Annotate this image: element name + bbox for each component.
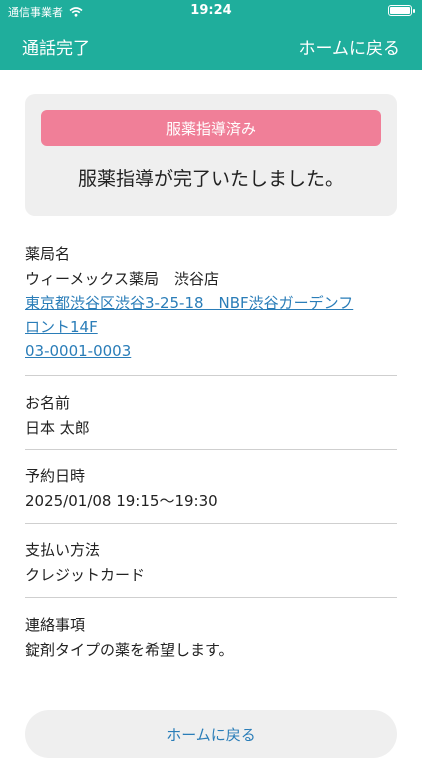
reservation-datetime: 2025/01/08 19:15～19:30 <box>25 492 218 510</box>
call-complete-title: 通話完了 <box>22 39 90 59</box>
divider <box>25 597 397 598</box>
patient-name: 日本 太郎 <box>25 419 90 437</box>
reservation-label: 予約日時 <box>25 467 86 485</box>
status-bar: 通信事業者 19:24 <box>0 0 422 22</box>
completion-message: 服薬指導が完了いたしました。 <box>77 168 344 190</box>
patient-section: お名前 日本 太郎 <box>25 392 397 440</box>
reservation-section: 予約日時 2025/01/08 19:15～19:30 <box>25 465 397 513</box>
home-button[interactable]: ホームに戻る <box>25 710 397 758</box>
clock: 19:24 <box>190 3 232 18</box>
divider <box>25 375 397 376</box>
notes-label: 連絡事項 <box>25 616 86 634</box>
pharmacy-label: 薬局名 <box>25 245 71 263</box>
divider <box>25 449 397 450</box>
payment-section: 支払い方法 クレジットカード <box>25 539 397 587</box>
pharmacy-address-link[interactable]: 東京都渋谷区渋谷3-25-18 NBF渋谷ガーデンフ ロント14F <box>25 291 397 339</box>
notes-section: 連絡事項 錠剤タイプの薬を希望します。 <box>25 614 397 662</box>
pharmacy-section: 薬局名 ウィーメックス薬局 渋谷店 東京都渋谷区渋谷3-25-18 NBF渋谷ガ… <box>25 243 397 363</box>
notes-text: 錠剤タイプの薬を希望します。 <box>25 641 234 659</box>
pharmacy-phone-link[interactable]: 03-0001-0003 <box>25 339 397 363</box>
pharmacy-name: ウィーメックス薬局 渋谷店 <box>25 270 219 288</box>
nav-home-button[interactable]: ホームに戻る <box>299 34 401 59</box>
address-line-2: ロント14F <box>25 318 98 336</box>
status-card: 服薬指導済み 服薬指導が完了いたしました。 <box>25 94 397 216</box>
status-badge: 服薬指導済み <box>41 110 381 146</box>
header-bar: 通信事業者 19:24 通話完了 ホームに戻る <box>0 0 422 70</box>
payment-label: 支払い方法 <box>25 541 101 559</box>
battery-icon <box>388 5 415 16</box>
payment-method: クレジットカード <box>25 566 146 584</box>
patient-label: お名前 <box>25 394 71 412</box>
divider <box>25 523 397 524</box>
address-line-1: 東京都渋谷区渋谷3-25-18 NBF渋谷ガーデンフ <box>25 294 354 312</box>
